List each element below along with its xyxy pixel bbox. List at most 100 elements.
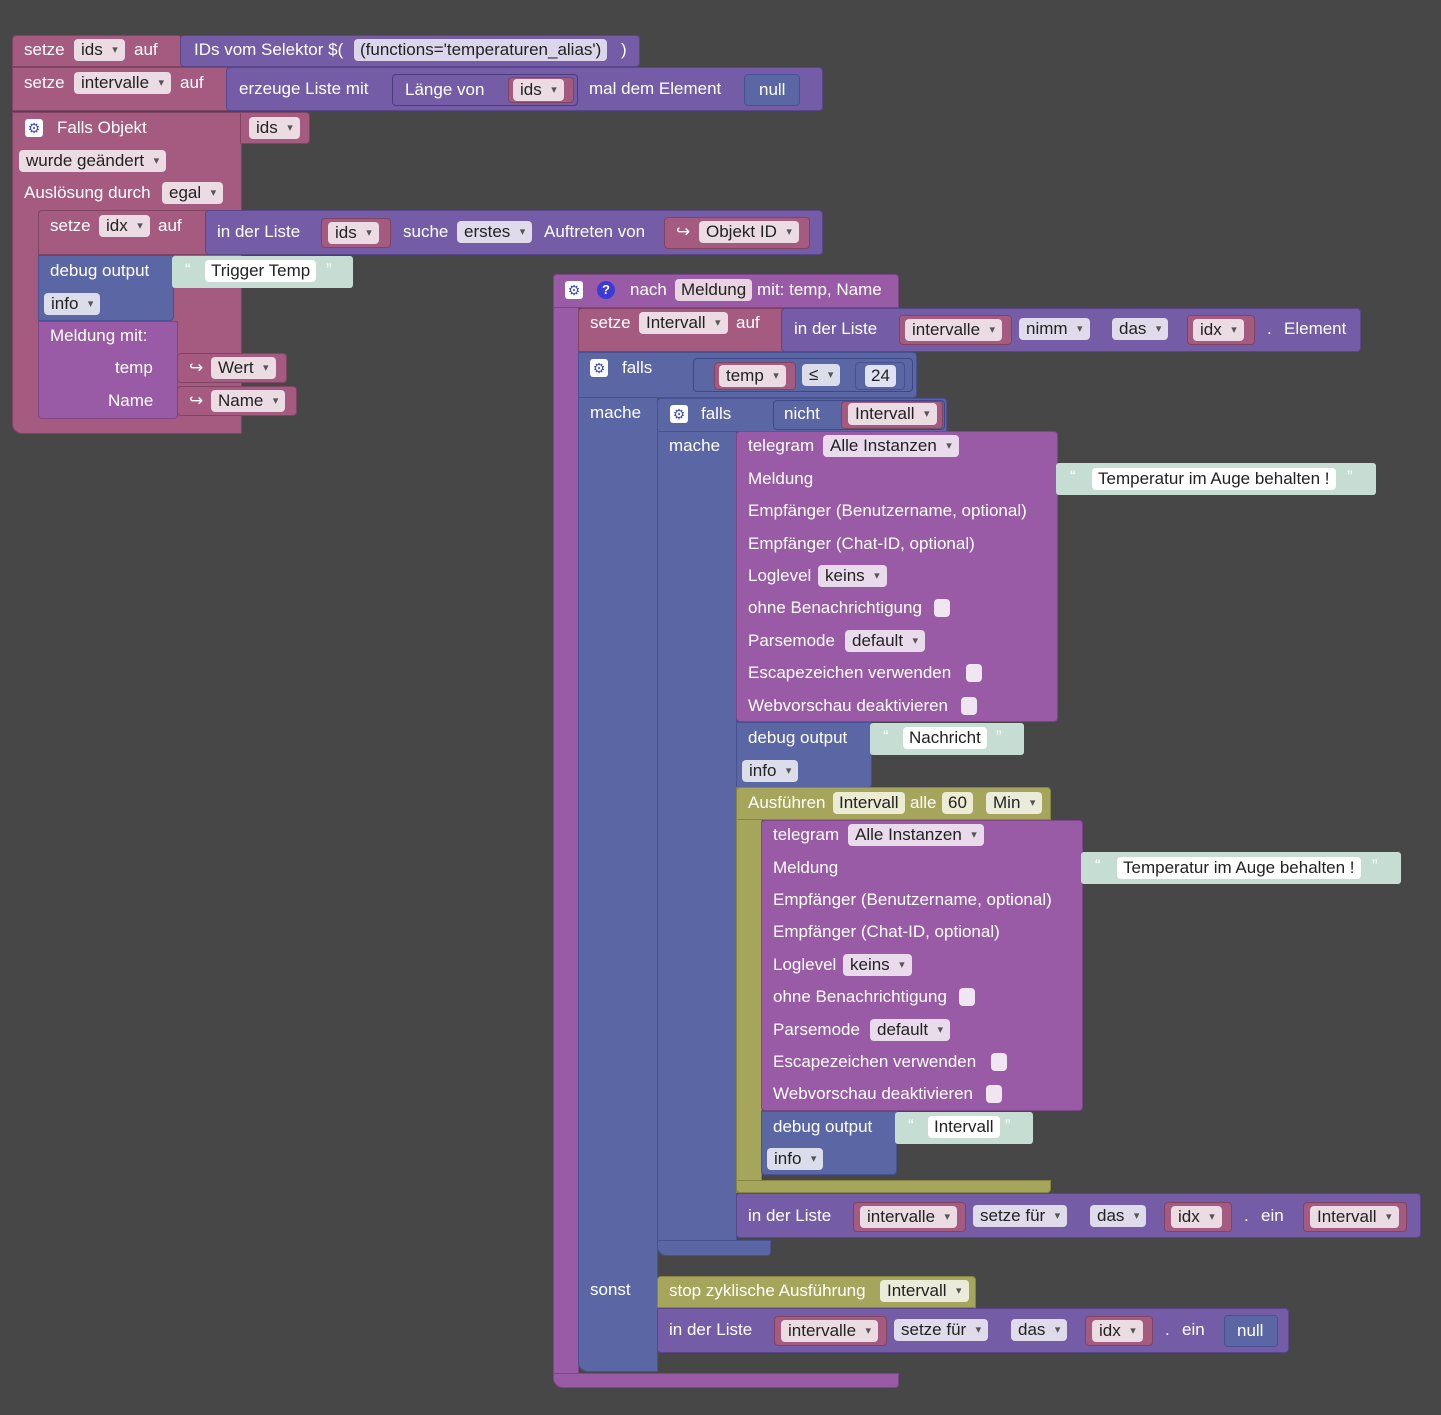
- debug-level-dropdown[interactable]: info: [44, 293, 101, 315]
- set-for-dropdown[interactable]: setze für: [894, 1319, 989, 1341]
- to-label: auf: [736, 313, 760, 332]
- var-dropdown-idx[interactable]: idx: [1171, 1206, 1222, 1228]
- no-notify-label: ohne Benachrichtigung: [748, 598, 922, 617]
- parsemode-dropdown[interactable]: default: [870, 1019, 951, 1041]
- objid-dropdown[interactable]: Objekt ID: [699, 221, 799, 243]
- stop-label: stop zyklische Ausführung: [669, 1281, 866, 1300]
- message-text-input[interactable]: Temperatur im Auge behalten !: [1092, 468, 1336, 490]
- var-dropdown-idx[interactable]: idx: [1092, 1320, 1143, 1342]
- var-dropdown-idx[interactable]: idx: [99, 215, 150, 237]
- operator-dropdown[interactable]: ≤: [802, 364, 841, 386]
- inner-if-footer: [657, 1240, 771, 1256]
- var-dropdown-intervall[interactable]: Intervall: [639, 312, 728, 334]
- run-interval-block[interactable]: [736, 787, 762, 1193]
- parsemode-label: Parsemode: [748, 631, 835, 650]
- open-quote-icon: “: [908, 1116, 914, 1135]
- inner-if-block[interactable]: [657, 398, 737, 1256]
- help-icon[interactable]: ?: [597, 281, 615, 299]
- set-label: setze: [50, 216, 91, 235]
- take-dropdown[interactable]: nimm: [1019, 318, 1090, 340]
- webpreview-label: Webvorschau deaktivieren: [773, 1084, 974, 1103]
- procedure-name-input[interactable]: Meldung: [675, 279, 753, 301]
- selector-close: ): [621, 40, 627, 59]
- webpreview-checkbox[interactable]: [961, 697, 977, 715]
- threshold-input[interactable]: 24: [865, 365, 896, 387]
- var-dropdown-intervalle[interactable]: intervalle: [74, 72, 172, 94]
- in-list-label: in der Liste: [748, 1206, 832, 1225]
- escape-label: Escapezeichen verwenden: [748, 663, 952, 682]
- var-dropdown-intervall[interactable]: Intervall: [848, 403, 937, 425]
- parsemode-label: Parsemode: [773, 1020, 860, 1039]
- var-dropdown-intervalle[interactable]: intervalle: [781, 1320, 879, 1342]
- run-label: Ausführen: [748, 793, 826, 812]
- debug-label: debug output: [748, 728, 848, 747]
- the-dropdown[interactable]: das: [1090, 1205, 1147, 1227]
- gear-icon[interactable]: ⚙: [590, 359, 608, 377]
- times-label: mal dem Element: [589, 79, 722, 98]
- var-dropdown-ids[interactable]: ids: [513, 79, 564, 101]
- to-label: auf: [158, 216, 182, 235]
- var-dropdown-intervalle[interactable]: intervalle: [860, 1206, 958, 1228]
- var-dropdown-ids[interactable]: ids: [249, 117, 300, 139]
- stop-var-dropdown[interactable]: Intervall: [880, 1280, 969, 1302]
- else-label: sonst: [590, 1280, 631, 1299]
- webpreview-checkbox[interactable]: [986, 1085, 1002, 1103]
- var-dropdown-idx[interactable]: idx: [1193, 319, 1244, 341]
- null-label: null: [1237, 1321, 1264, 1340]
- var-dropdown-ids[interactable]: ids: [328, 222, 379, 244]
- escape-checkbox[interactable]: [966, 664, 982, 682]
- escape-label: Escapezeichen verwenden: [773, 1052, 977, 1071]
- gear-icon[interactable]: ⚙: [670, 405, 688, 423]
- timer-var-input[interactable]: Intervall: [833, 792, 905, 814]
- debug-text-input[interactable]: Intervall: [928, 1116, 1000, 1138]
- var-dropdown-ids[interactable]: ids: [74, 39, 125, 61]
- interval-input[interactable]: 60: [942, 792, 973, 814]
- in-list-label: in der Liste: [217, 222, 301, 241]
- to-label: auf: [134, 40, 158, 59]
- set-for-dropdown[interactable]: setze für: [973, 1205, 1068, 1227]
- loglevel-dropdown[interactable]: keins: [843, 954, 912, 976]
- name-dropdown[interactable]: Name: [211, 390, 286, 412]
- the-dropdown[interactable]: das: [1112, 318, 1169, 340]
- gear-icon[interactable]: ⚙: [25, 119, 43, 137]
- var-dropdown-intervalle[interactable]: intervalle: [905, 319, 1003, 341]
- parsemode-dropdown[interactable]: default: [845, 630, 926, 652]
- param-name-label: Name: [108, 391, 154, 410]
- if-else-block[interactable]: [578, 352, 658, 1372]
- param-temp-label: temp: [115, 358, 153, 377]
- message-label: Meldung: [748, 469, 814, 488]
- do-label: mache: [669, 436, 721, 455]
- debug-level-dropdown[interactable]: info: [767, 1148, 824, 1170]
- return-arrow-icon: ↪: [189, 358, 204, 377]
- no-notify-label: ohne Benachrichtigung: [773, 987, 947, 1006]
- instance-dropdown[interactable]: Alle Instanzen: [823, 435, 959, 457]
- unit-dropdown[interactable]: Min: [986, 792, 1043, 814]
- trigger-any-dropdown[interactable]: egal: [162, 182, 224, 204]
- var-dropdown-intervall[interactable]: Intervall: [1310, 1206, 1399, 1228]
- message-call-label: Meldung mit:: [50, 326, 148, 345]
- gear-icon[interactable]: ⚙: [565, 281, 583, 299]
- no-notify-checkbox[interactable]: [934, 599, 950, 617]
- no-notify-checkbox[interactable]: [959, 988, 975, 1006]
- debug-text-input[interactable]: Trigger Temp: [205, 260, 317, 282]
- debug-label: debug output: [50, 261, 150, 280]
- debug-level-dropdown[interactable]: info: [742, 760, 799, 782]
- the-dropdown[interactable]: das: [1011, 1319, 1068, 1341]
- wert-dropdown[interactable]: Wert: [211, 357, 276, 379]
- debug-text-input[interactable]: Nachricht: [903, 727, 987, 749]
- selector-input[interactable]: (functions='temperaturen_alias'): [354, 39, 608, 61]
- message-text-input[interactable]: Temperatur im Auge behalten !: [1117, 857, 1361, 879]
- var-dropdown-temp[interactable]: temp: [719, 365, 786, 387]
- procedure-block[interactable]: [553, 274, 579, 1387]
- loglevel-dropdown[interactable]: keins: [818, 565, 887, 587]
- message-label: Meldung: [773, 858, 839, 877]
- first-dropdown[interactable]: erstes: [457, 221, 533, 243]
- escape-checkbox[interactable]: [991, 1053, 1007, 1071]
- selector-label: IDs vom Selektor $(: [194, 40, 344, 59]
- procedure-footer: [553, 1373, 899, 1388]
- do-label: mache: [590, 403, 642, 422]
- find-label: suche: [403, 222, 449, 241]
- instance-dropdown[interactable]: Alle Instanzen: [848, 824, 984, 846]
- every-label: alle: [910, 793, 937, 812]
- changed-dropdown[interactable]: wurde geändert: [19, 150, 167, 172]
